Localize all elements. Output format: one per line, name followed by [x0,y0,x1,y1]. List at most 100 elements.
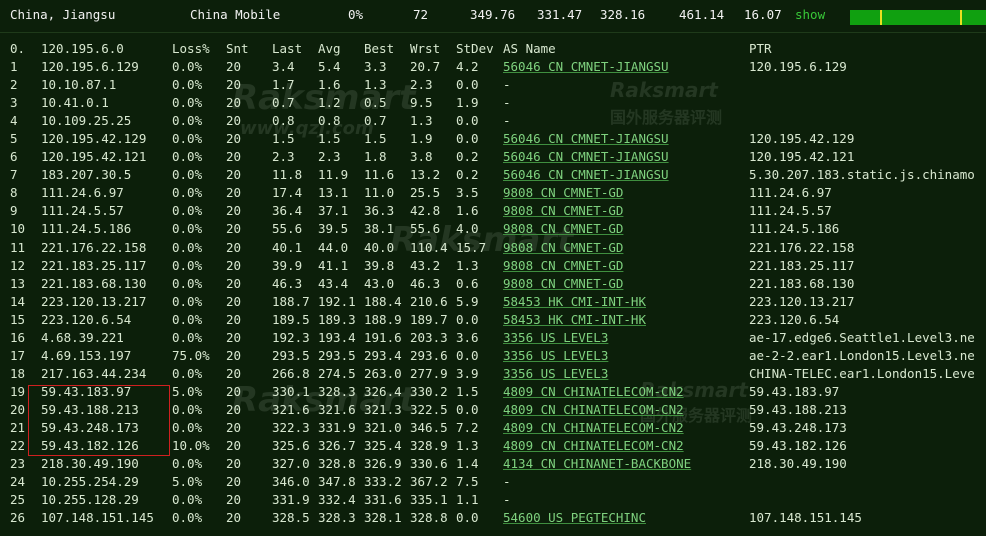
hop-avg: 326.7 [318,438,356,454]
show-link[interactable]: show [795,7,825,22]
hop-avg: 1.6 [318,77,341,93]
hop-loss: 0.0% [172,221,203,237]
hop-snt: 20 [226,59,242,74]
hop-as-name[interactable]: 56046 CN CMNET-JIANGSU [503,149,669,164]
hop-as-name[interactable]: 3356 US LEVEL3 [503,348,608,363]
hop-loss: 0.0% [172,167,203,183]
hop-host[interactable]: 221.183.25.117 [41,258,146,273]
hop-loss: 0.0% [172,492,203,508]
hop-host[interactable]: 111.24.5.57 [41,203,124,218]
hop-last: 346.0 [272,474,310,490]
hop-host[interactable]: 221.183.68.130 [41,276,146,291]
hop-snt: 20 [226,95,242,111]
hop-as-name[interactable]: 4809 CN CHINATELECOM-CN2 [503,384,684,399]
hop-index: 8 [10,185,18,201]
hop-as-name[interactable]: 9808 CN CMNET-GD [503,185,623,200]
hop-avg: 328.3 [318,510,356,526]
hop-as-name[interactable]: 4134 CN CHINANET-BACKBONE [503,456,691,471]
hop-host[interactable]: 10.41.0.1 [41,95,109,110]
hop-as-name[interactable]: 9808 CN CMNET-GD [503,258,623,273]
hop-wrst: 210.6 [410,293,448,309]
hop-as-name[interactable]: 56046 CN CMNET-JIANGSU [503,59,669,74]
hop-host[interactable]: 10.255.128.29 [41,492,139,507]
hop-best: 1.8 [364,149,387,165]
hop-host[interactable]: 4.68.39.221 [41,330,124,345]
hop-index: 16 [10,329,26,345]
hop-host[interactable]: 217.163.44.234 [41,366,146,381]
hop-host[interactable]: 111.24.6.97 [41,185,124,200]
hop-best: 11.6 [364,167,395,183]
hop-as-name[interactable]: 4809 CN CHINATELECOM-CN2 [503,438,684,453]
hop-as-name[interactable]: 54600 US PEGTECHINC [503,510,646,525]
hop-as-name[interactable]: 56046 CN CMNET-JIANGSU [503,167,669,182]
hop-host[interactable]: 183.207.30.5 [41,167,131,182]
hop-host[interactable]: 111.24.5.186 [41,221,131,236]
hop-index: 10 [10,221,26,237]
hop-host[interactable]: 107.148.151.145 [41,510,154,525]
hop-wrst: 55.6 [410,221,441,237]
hop-host[interactable]: 223.120.6.54 [41,312,131,327]
table-row: 18 217.163.44.234 0.0% 20 266.8 274.5 263.0 277… [0,366,986,384]
hop-as-name[interactable]: 58453 HK CMI-INT-HK [503,294,646,309]
hop-as-name: - [503,492,511,508]
table-row: 17 4.69.153.197 75.0% 20 293.5 293.5 293.4 293.… [0,348,986,366]
hop-as-name[interactable]: 3356 US LEVEL3 [503,366,608,381]
hop-as-name[interactable]: 9808 CN CMNET-GD [503,203,623,218]
header-host: 120.195.6.0 [41,41,124,56]
hop-host[interactable]: 4.69.153.197 [41,348,131,363]
hop-host[interactable]: 223.120.13.217 [41,294,146,309]
hop-as-name[interactable]: 3356 US LEVEL3 [503,330,608,345]
hop-snt: 20 [226,203,242,219]
hop-last: 55.6 [272,221,303,237]
hop-best: 0.7 [364,113,387,129]
hop-wrst: 328.9 [410,438,448,454]
hop-as-name[interactable]: 4809 CN CHINATELECOM-CN2 [503,402,684,417]
hop-as-name[interactable]: 9808 CN CMNET-GD [503,276,623,291]
hop-loss: 0.0% [172,311,203,327]
hop-host[interactable]: 10.10.87.1 [41,77,116,92]
hop-host[interactable]: 218.30.49.190 [41,456,139,471]
table-row: 4 10.109.25.25 0.0% 20 0.8 0.8 0.7 1.3 0.0 - [0,113,986,131]
table-row: 16 4.68.39.221 0.0% 20 192.3 193.4 191.6 203.3 3… [0,330,986,348]
hop-host[interactable]: 120.195.42.121 [41,149,146,164]
hop-snt: 20 [226,275,242,291]
summary-value-2: 331.47 [537,7,583,22]
hop-as-name[interactable]: 58453 HK CMI-INT-HK [503,312,646,327]
hop-best: 321.3 [364,401,402,417]
hop-avg: 193.4 [318,329,356,345]
hop-last: 40.1 [272,239,303,255]
hop-index: 26 [10,510,26,526]
hop-loss: 0.0% [172,149,203,165]
hop-wrst: 330.2 [410,383,448,399]
hop-avg: 1.5 [318,131,341,147]
hop-host[interactable]: 10.255.254.29 [41,474,139,489]
hop-host[interactable]: 221.176.22.158 [41,240,146,255]
hop-host[interactable]: 120.195.6.129 [41,59,139,74]
hop-best: 263.0 [364,365,402,381]
header-snt: Snt [226,41,249,56]
summary-loss: 0% [348,7,364,22]
hop-as-name[interactable]: 9808 CN CMNET-GD [503,240,623,255]
hop-snt: 20 [226,329,242,345]
hop-stdev: 0.0 [456,510,479,526]
hop-stdev: 0.2 [456,167,479,183]
hop-as-name: - [503,113,511,129]
hop-snt: 20 [226,167,242,183]
hop-stdev: 0.2 [456,149,479,165]
hop-snt: 20 [226,221,242,237]
hop-host[interactable]: 10.109.25.25 [41,113,131,128]
hop-snt: 20 [226,456,242,472]
hop-index: 3 [10,95,18,111]
hop-as-name[interactable]: 9808 CN CMNET-GD [503,221,623,236]
hop-as-name[interactable]: 4809 CN CHINATELECOM-CN2 [503,420,684,435]
hop-avg: 41.1 [318,257,349,273]
hop-as-name[interactable]: 56046 CN CMNET-JIANGSU [503,131,669,146]
hop-snt: 20 [226,474,242,490]
hop-loss: 0.0% [172,420,203,435]
hop-ptr: CHINA-TELEC.ear1.London15.Leve [749,365,975,381]
hop-loss: 0.0% [172,510,203,526]
hop-wrst: 367.2 [410,474,448,490]
hop-host[interactable]: 120.195.42.129 [41,131,146,146]
hop-wrst: 110.4 [410,239,448,255]
hop-snt: 20 [226,149,242,165]
